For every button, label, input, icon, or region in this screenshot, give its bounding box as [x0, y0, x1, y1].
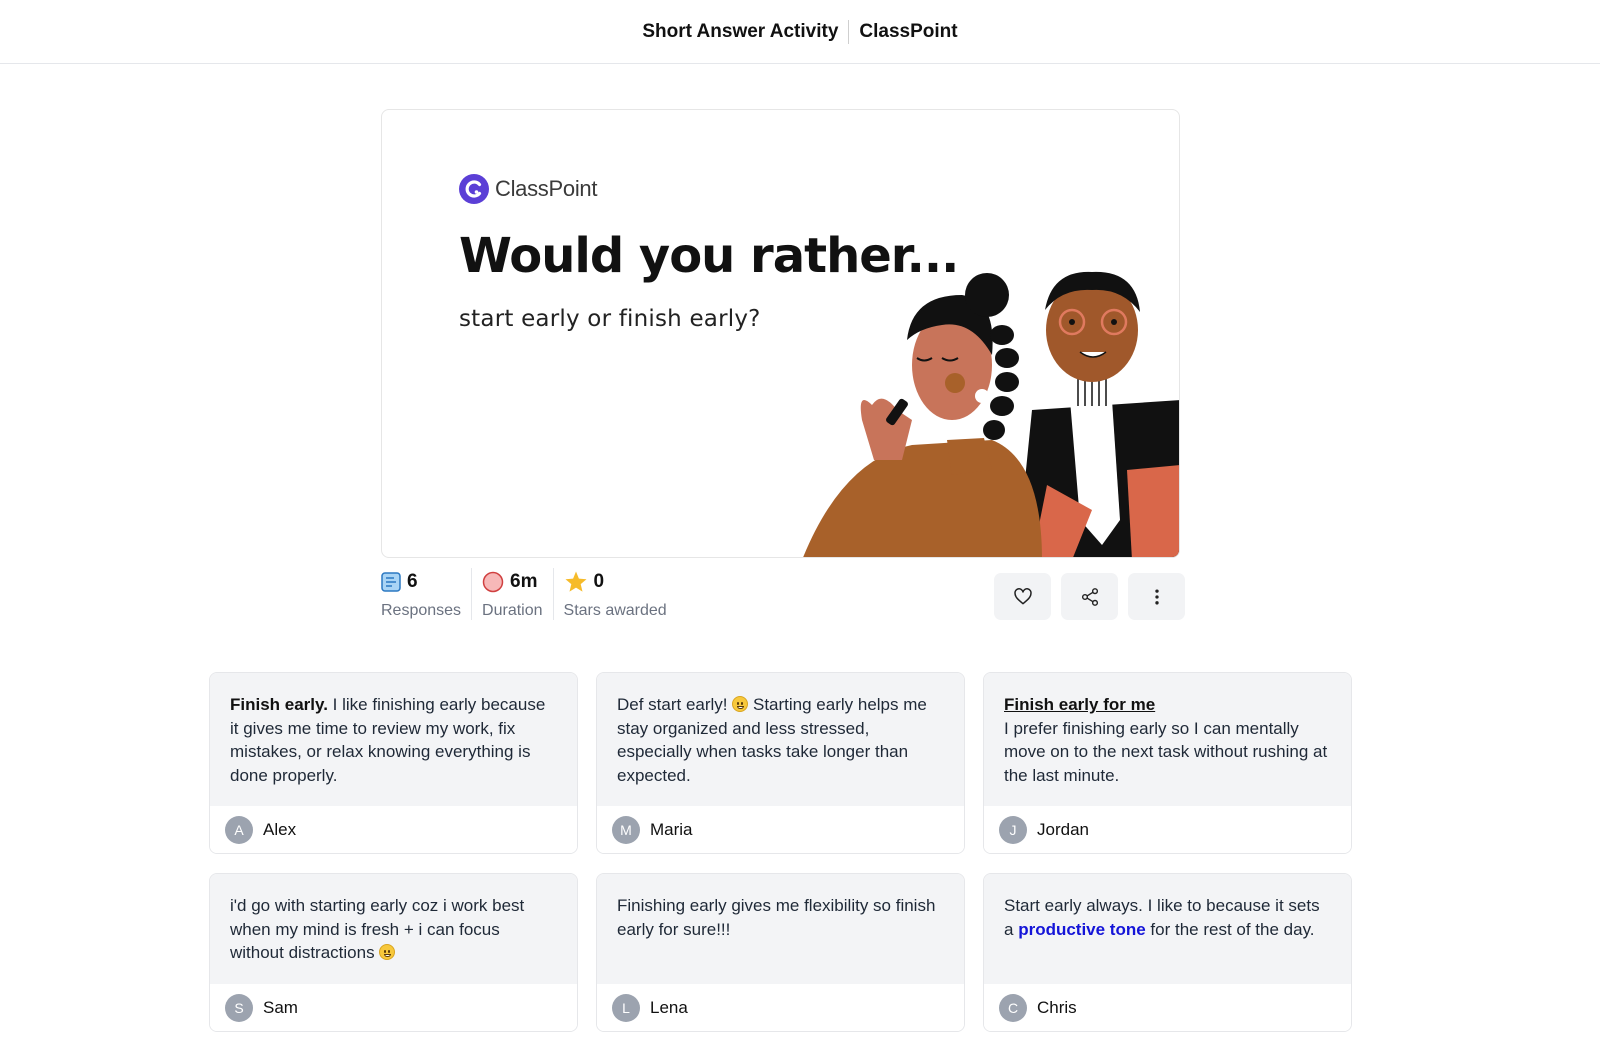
author-name: Chris — [1037, 997, 1077, 1017]
response-text: Finish early for me I prefer finishing ea… — [984, 673, 1351, 806]
author-name: Maria — [650, 819, 693, 839]
top-bar: Short Answer Activity ClassPoint — [0, 0, 1600, 64]
share-icon — [1081, 587, 1098, 606]
avatar: L — [612, 993, 640, 1022]
response-author: M Maria — [597, 806, 964, 853]
stat-stars: 0 Stars awarded — [564, 568, 677, 620]
response-card[interactable]: Start early always. I like to because it… — [983, 873, 1352, 1032]
grimacing-emoji-icon — [379, 944, 396, 960]
responses-label: Responses — [381, 602, 462, 619]
stars-label: Stars awarded — [563, 602, 667, 619]
page-title: Short Answer Activity — [642, 20, 839, 42]
slide-subtitle: start early or finish early? — [459, 306, 761, 332]
duration-value: 6m — [510, 571, 538, 592]
response-text: Def start early! Starting early helps me… — [597, 673, 964, 806]
more-options-button[interactable] — [1128, 573, 1185, 620]
response-body: I prefer finishing early so I can mental… — [1004, 718, 1328, 785]
avatar: A — [225, 815, 253, 844]
response-author: S Sam — [210, 984, 577, 1031]
classpoint-logo-icon — [459, 174, 489, 204]
response-card[interactable]: Finish early for me I prefer finishing ea… — [983, 672, 1352, 854]
slide-brand-label: ClassPoint — [495, 176, 598, 201]
response-body: i'd go with starting early coz i work be… — [230, 896, 525, 962]
stars-count: 0 — [593, 571, 605, 592]
response-body-end: for the rest of the day. — [1145, 919, 1315, 939]
response-body-start: Def start early! — [617, 695, 733, 714]
title-divider — [848, 19, 850, 44]
avatar: M — [612, 815, 640, 844]
responses-count: 6 — [407, 571, 418, 592]
stat-responses: 6 Responses — [381, 568, 473, 620]
heart-icon — [1013, 587, 1032, 604]
response-author: C Chris — [984, 984, 1351, 1031]
response-card[interactable]: Finish early. I like finishing early bec… — [209, 672, 578, 854]
response-card[interactable]: Finishing early gives me flexibility so … — [596, 873, 965, 1032]
response-text: Finishing early gives me flexibility so … — [597, 874, 964, 984]
share-button[interactable] — [1061, 573, 1118, 620]
people-illustration — [803, 271, 1179, 557]
author-name: Jordan — [1037, 819, 1089, 839]
response-text: i'd go with starting early coz i work be… — [210, 874, 577, 984]
author-name: Lena — [650, 997, 688, 1017]
response-author: A Alex — [210, 806, 577, 853]
response-card[interactable]: Def start early! Starting early helps me… — [596, 672, 965, 854]
star-icon — [565, 571, 587, 592]
stat-duration: 6m Duration — [482, 568, 554, 620]
response-author: L Lena — [597, 984, 964, 1031]
response-lead: Finish early. — [230, 695, 328, 714]
response-lead: Finish early for me — [1004, 695, 1156, 714]
response-author: J Jordan — [984, 806, 1351, 853]
slide-preview[interactable]: ClassPoint Would you rather... start ear… — [381, 109, 1180, 558]
author-name: Alex — [263, 819, 297, 839]
grinning-emoji-icon — [732, 696, 749, 712]
like-button[interactable] — [994, 573, 1051, 620]
avatar: J — [999, 815, 1027, 844]
response-card[interactable]: i'd go with starting early coz i work be… — [209, 873, 578, 1032]
response-body: Finishing early gives me flexibility so … — [617, 896, 936, 939]
author-name: Sam — [263, 997, 298, 1017]
activity-stats: 6 Responses 6m Duration 0 Stars awarded — [381, 568, 687, 620]
avatar: S — [225, 993, 253, 1022]
header-brand: ClassPoint — [859, 20, 958, 42]
more-vertical-icon — [1154, 589, 1159, 604]
activity-actions — [994, 573, 1185, 620]
responses-icon — [381, 572, 401, 592]
duration-label: Duration — [482, 602, 543, 619]
response-text: Start early always. I like to because it… — [984, 874, 1351, 984]
avatar: C — [999, 993, 1027, 1022]
response-highlight: productive tone — [1018, 919, 1146, 939]
slide-brand: ClassPoint — [459, 174, 597, 204]
response-text: Finish early. I like finishing early bec… — [210, 673, 577, 806]
duration-icon — [482, 571, 504, 593]
